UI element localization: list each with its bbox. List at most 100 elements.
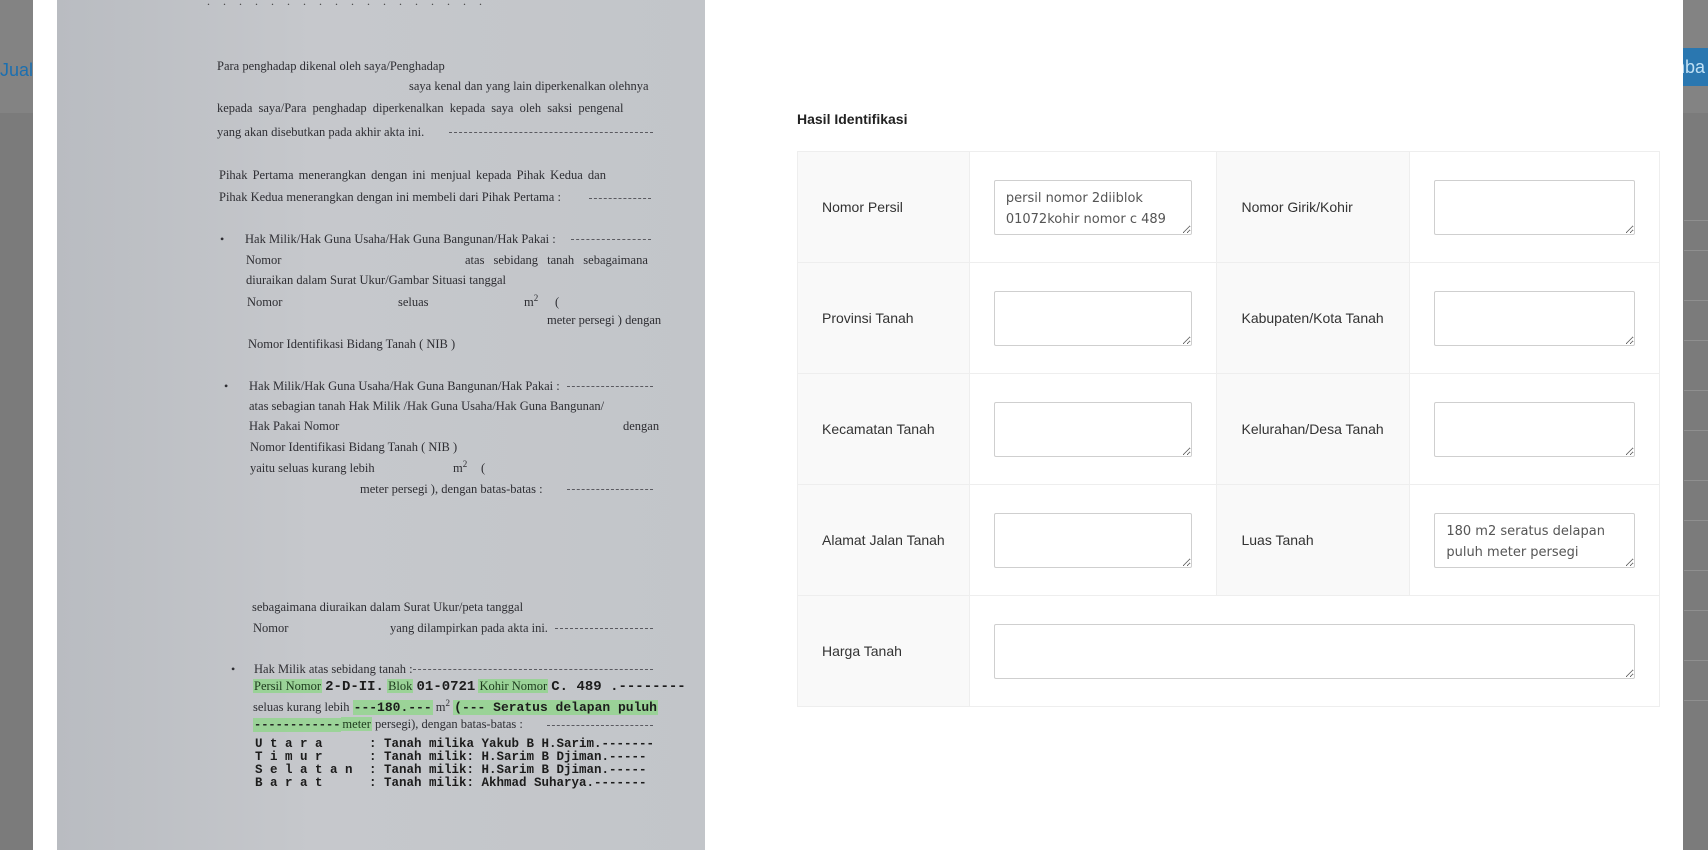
doc-line: diuraikan dalam Surat Ukur/Gambar Situas… — [246, 273, 507, 287]
background-link: Jual — [0, 60, 34, 80]
label-nomor-persil: Nomor Persil — [797, 151, 970, 263]
label-kecamatan: Kecamatan Tanah — [797, 373, 970, 485]
boundary-direction: S e l a t a n — [255, 763, 353, 777]
doc-line: ( — [555, 295, 560, 309]
meter-rest: persegi), dengan batas-batas : — [375, 717, 523, 731]
doc-line: Pihak Kedua menerangkan dengan ini membe… — [219, 190, 561, 204]
doc-line: atas sebagian tanah Hak Milik /Hak Guna … — [249, 399, 605, 413]
label-kelurahan: Kelurahan/Desa Tanah — [1216, 373, 1411, 485]
doc-line: meter persegi ) dengan — [547, 313, 662, 327]
scanned-document: . . . . . . . . . . . . . . . . . . Para… — [57, 0, 705, 850]
highlight-kohir-label: Kohir Nomor — [478, 679, 549, 693]
label-harga: Harga Tanah — [797, 595, 970, 707]
boundary-south: S e l a t a n : Tanah milik: H.Sarim B Dj… — [255, 763, 647, 777]
typed-persil-value: 2-D-II. — [325, 679, 384, 695]
harga-field[interactable] — [993, 623, 1635, 679]
table-row: Nomor Persil persil nomor 2diiblok 01072… — [797, 151, 1660, 263]
doc-line: meter persegi ), dengan batas-batas : — [360, 482, 543, 496]
label-kabupaten: Kabupaten/Kota Tanah — [1216, 262, 1411, 374]
boundary-direction: B a r a t — [255, 776, 323, 790]
highlight-meter-label: meter — [341, 717, 372, 731]
cell-nomor-girik — [1409, 151, 1660, 263]
boundary-east: T i m u r : Tanah milik: H.Sarim B Djiman… — [255, 750, 647, 764]
alamat-field[interactable] — [993, 512, 1193, 568]
dash-fill — [589, 198, 651, 199]
cell-harga — [968, 595, 1661, 707]
boundary-north: U t a r a : Tanah milika Yakub B H.Sarim.… — [255, 737, 654, 751]
doc-line: Nomor Identifikasi Bidang Tanah ( NIB ) — [248, 337, 456, 351]
table-row: Alamat Jalan Tanah Luas Tanah 180 m2 ser… — [797, 484, 1660, 596]
boundary-text: : Tanah milik: Akhmad Suharya.------- — [369, 776, 647, 790]
doc-line: yaitu seluas kurang lebih — [250, 461, 375, 475]
doc-line: sebagaimana diuraikan dalam Surat Ukur/p… — [252, 600, 524, 614]
bullet: • — [224, 379, 229, 393]
boundary-west: B a r a t : Tanah milik: Akhmad Suharya.-… — [255, 776, 647, 790]
background-table-lines — [1684, 220, 1708, 850]
boundary-direction: U t a r a — [255, 737, 323, 751]
cell-kecamatan — [968, 373, 1218, 485]
typed-meter-dashes: ------------ — [253, 718, 342, 732]
typed-persil-line: Persil Nomor 2-D-II. Blok 01-0721 Kohir … — [253, 679, 686, 695]
unit-superscript: 2 — [462, 459, 468, 469]
identification-modal: . . . . . . . . . . . . . . . . . . Para… — [33, 0, 1683, 850]
doc-line: Nomor Identifikasi Bidang Tanah ( NIB ) — [250, 440, 458, 454]
highlight-blok-label: Blok — [387, 679, 414, 693]
bullet: • — [220, 232, 225, 246]
doc-line: Nomor — [247, 295, 283, 309]
identification-table: Nomor Persil persil nomor 2diiblok 01072… — [797, 151, 1661, 707]
dash-fill — [555, 628, 653, 629]
kelurahan-field[interactable] — [1434, 401, 1635, 457]
dash-fill — [547, 725, 653, 726]
boundary-text: : Tanah milik: H.Sarim B Djiman.----- — [369, 750, 647, 764]
kabupaten-field[interactable] — [1434, 290, 1635, 346]
dash-fill — [413, 669, 653, 670]
doc-line: dengan — [623, 419, 660, 433]
doc-line: Para penghadap dikenal oleh saya/Penghad… — [217, 59, 445, 73]
cell-kelurahan — [1409, 373, 1660, 485]
unit-m: m — [524, 295, 534, 310]
boundary-text: : Tanah milika Yakub B H.Sarim.------- — [369, 737, 655, 751]
unit-m: m — [453, 461, 463, 476]
label-nomor-girik: Nomor Girik/Kohir — [1216, 151, 1411, 263]
boundary-direction: T i m u r — [255, 750, 323, 764]
cell-nomor-persil: persil nomor 2diiblok 01072kohir nomor c… — [968, 151, 1218, 263]
cell-alamat — [968, 484, 1218, 596]
doc-line: m2 — [524, 293, 538, 310]
cell-luas: 180 m2 seratus delapan puluh meter perse… — [1409, 484, 1660, 596]
dash-fill — [567, 489, 653, 490]
dash-fill — [567, 386, 653, 387]
table-row: Kecamatan Tanah Kelurahan/Desa Tanah — [797, 373, 1660, 485]
form-title: Hasil Identifikasi — [797, 111, 908, 127]
nomor-persil-field[interactable]: persil nomor 2diiblok 01072kohir nomor c… — [993, 179, 1193, 235]
unit-superscript: 2 — [445, 698, 451, 708]
typed-seluas-line: seluas kurang lebih ---180.--- m2 (--- S… — [253, 698, 658, 716]
typed-seluas-value: ---180.--- — [352, 700, 433, 716]
luas-field[interactable]: 180 m2 seratus delapan puluh meter perse… — [1434, 512, 1635, 568]
seluas-label: seluas kurang lebih — [253, 700, 350, 715]
label-provinsi: Provinsi Tanah — [797, 262, 970, 374]
nomor-girik-field[interactable] — [1434, 179, 1635, 235]
unit-m: m — [435, 700, 446, 715]
dash-fill — [571, 239, 651, 240]
doc-line: atas sebidang tanah sebagaimana — [465, 253, 648, 267]
doc-line: Hak Milik/Hak Guna Usaha/Hak Guna Bangun… — [249, 379, 560, 393]
table-row: Provinsi Tanah Kabupaten/Kota Tanah — [797, 262, 1660, 374]
doc-line: yang akan disebutkan pada akhir akta ini… — [217, 125, 425, 139]
doc-line: saya kenal dan yang lain diperkenalkan o… — [409, 79, 649, 93]
typed-meter-line: ------------ meter persegi), dengan batas… — [253, 717, 523, 732]
cell-kabupaten — [1409, 262, 1660, 374]
label-luas: Luas Tanah — [1216, 484, 1411, 596]
typed-blok-value: 01-0721 — [416, 679, 476, 695]
bullet: • — [231, 662, 236, 676]
doc-line: m2 — [453, 459, 467, 476]
typed-kohir-value: C. 489 .-------- — [551, 679, 686, 695]
provinsi-field[interactable] — [993, 290, 1193, 346]
label-alamat: Alamat Jalan Tanah — [797, 484, 970, 596]
kecamatan-field[interactable] — [993, 401, 1193, 457]
doc-line: seluas — [398, 295, 429, 309]
typed-seluas-words: (--- Seratus delapan puluh — [453, 700, 658, 716]
boundary-text: : Tanah milik: H.Sarim B Djiman.----- — [369, 763, 647, 777]
doc-line: Hak Milik atas sebidang tanah : — [254, 662, 413, 676]
highlight-persil-label: Persil Nomor — [253, 679, 323, 693]
dash-fill — [449, 132, 653, 133]
